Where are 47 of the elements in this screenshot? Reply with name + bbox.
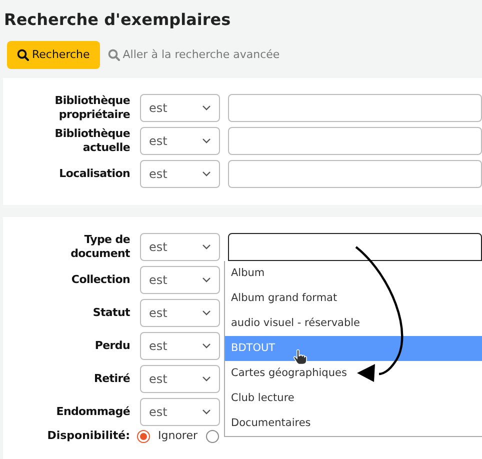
chevron-down-icon <box>202 310 211 316</box>
field-label: Retiré <box>92 372 131 386</box>
chevron-down-icon <box>202 376 211 382</box>
value-field[interactable] <box>228 160 482 188</box>
dropdown-option[interactable]: audio visuel - réservable <box>225 311 482 336</box>
chevron-down-icon <box>202 138 211 144</box>
operator-select[interactable]: est <box>140 94 220 122</box>
chevron-down-icon <box>202 277 211 283</box>
dropdown-option[interactable]: Album <box>225 261 482 286</box>
field-label: Perdu <box>94 339 131 353</box>
chevron-down-icon <box>202 105 211 111</box>
hand-cursor-icon <box>293 349 307 365</box>
dropdown-option[interactable]: Cartes géographiques <box>225 361 482 386</box>
field-label: Statut <box>92 306 131 320</box>
operator-select[interactable]: est <box>140 233 220 261</box>
field-label: Type de document <box>70 233 131 261</box>
chevron-down-icon <box>202 171 211 177</box>
operator-select[interactable]: est <box>140 299 220 327</box>
dropdown-option[interactable]: Documentaires <box>225 411 482 436</box>
radio-button[interactable] <box>206 430 218 442</box>
page-title: Recherche d'exemplaires <box>3 9 232 31</box>
field-label: Localisation <box>58 167 131 181</box>
radio-label: Ignorer <box>158 428 198 444</box>
value-field[interactable] <box>228 233 482 261</box>
search-button[interactable]: Recherche <box>7 41 100 69</box>
value-field[interactable] <box>228 127 482 155</box>
operator-select[interactable]: est <box>140 160 220 188</box>
field-label: Disponibilité: <box>46 428 131 444</box>
operator-select[interactable]: est <box>140 266 220 294</box>
chevron-down-icon <box>202 343 211 349</box>
field-label: Bibliothèque actuelle <box>54 127 131 155</box>
search-icon <box>108 49 120 61</box>
operator-select[interactable]: est <box>140 127 220 155</box>
chevron-down-icon <box>202 409 211 415</box>
field-label: Endommagé <box>55 405 131 419</box>
operator-select[interactable]: est <box>140 332 220 360</box>
chevron-down-icon <box>202 244 211 250</box>
operator-select[interactable]: est <box>140 365 220 393</box>
radio-button[interactable] <box>137 430 150 442</box>
advanced-search-link[interactable]: Aller à la recherche avancée <box>108 46 280 64</box>
field-label: Collection <box>70 273 131 287</box>
value-field[interactable] <box>228 94 482 122</box>
operator-select[interactable]: est <box>140 398 220 426</box>
field-label: Bibliothèque propriétaire <box>54 94 131 122</box>
dropdown-option[interactable]: Club lecture <box>225 386 482 411</box>
dropdown-option[interactable]: Album grand format <box>225 286 482 311</box>
search-icon <box>17 49 29 61</box>
